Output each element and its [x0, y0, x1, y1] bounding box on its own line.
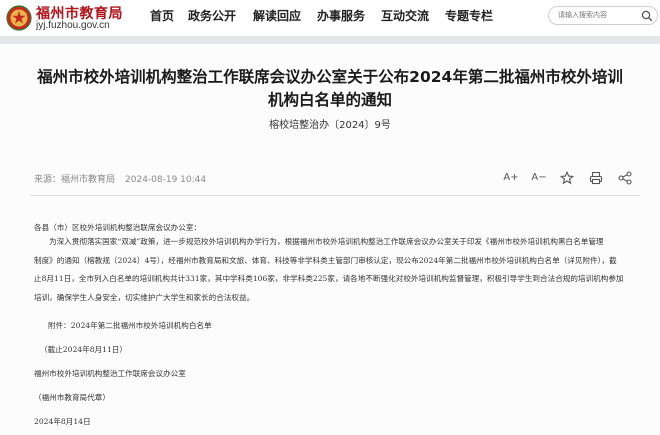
- print-icon[interactable]: [588, 170, 604, 186]
- article-source: 来源：福州市教育局: [34, 175, 116, 185]
- document-number: 榕校培整治办〔2024〕9号: [269, 120, 391, 131]
- nav-home[interactable]: 首页: [150, 0, 174, 36]
- nav-services[interactable]: 办事服务: [317, 0, 365, 36]
- search-input[interactable]: 请输入搜索内容: [548, 6, 658, 25]
- article-title-line2: 机构白名单的通知: [267, 91, 392, 109]
- search-placeholder: 请输入搜索内容: [558, 11, 607, 19]
- share-icon[interactable]: [617, 170, 633, 186]
- attachment-line[interactable]: 附件：2024年第二批福州市校外培训机构白名单: [48, 320, 212, 331]
- body-text-line4: 培训，确保学生人身安全，切实维护广大学生和家长的合法权益。: [34, 292, 255, 302]
- font-increase-icon[interactable]: A+: [503, 170, 519, 186]
- body-text-line1: 为深入贯彻落实国家“双减”政策，进一步规范校外培训机构办学行为，根据福州市校外培…: [49, 237, 604, 246]
- header-divider-band: [0, 36, 660, 44]
- body-paragraph: 为深入贯彻落实国家“双减”政策，进一步规范校外培训机构办学行为，根据福州市校外培…: [34, 233, 642, 307]
- article-title-line1: 福州市校外培训机构整治工作联席会议办公室关于公布2024年第二批福州市校外培训: [37, 68, 623, 86]
- sign-date: 2024年8月14日: [34, 417, 91, 426]
- site-header: 福州市教育局 jyj.fuzhou.gov.cn 首页 政务公开 解读回应 办事…: [0, 0, 660, 36]
- star-icon[interactable]: [559, 170, 575, 186]
- emblem-logo-icon[interactable]: [6, 5, 32, 31]
- signer-agent: （福州市教育局代章）: [34, 393, 110, 402]
- article-title: 福州市校外培训机构整治工作联席会议办公室关于公布2024年第二批福州市校外培训 …: [10, 66, 650, 112]
- article-meta: 来源：福州市教育局 2024-08-19 10:44: [34, 172, 206, 185]
- nav-interaction[interactable]: 互动交流: [381, 0, 429, 36]
- article-date: 2024-08-19 10:44: [125, 175, 207, 185]
- site-url: jyj.fuzhou.gov.cn: [36, 20, 110, 31]
- nav-interpretation[interactable]: 解读回应: [253, 0, 301, 36]
- nav-special-topics[interactable]: 专题专栏: [445, 0, 493, 36]
- addressee: 各县（市）区校外培训机构整治联席会议办公室：: [34, 223, 202, 232]
- cutoff-note: （截止2024年8月11日）: [40, 345, 127, 354]
- font-decrease-icon[interactable]: A−: [531, 170, 547, 186]
- body-line: 为深入贯彻落实国家“双减”政策，进一步规范校外培训机构办学行为，根据福州市校外培…: [34, 233, 642, 252]
- body-text-line3: 止8月11日，全市列入白名单的培训机构共计331家，其中学科类106家，非学科类…: [34, 274, 624, 283]
- meta-divider: [30, 195, 640, 196]
- body-text-line2: 制度》的通知（榕教规〔2024〕4号），经福州市教育局和文旅、体育、科技等非学科…: [34, 255, 617, 265]
- signer: 福州市校外培训机构整治工作联席会议办公室: [34, 369, 186, 378]
- search-icon[interactable]: [641, 10, 653, 22]
- nav-government-affairs[interactable]: 政务公开: [188, 0, 236, 36]
